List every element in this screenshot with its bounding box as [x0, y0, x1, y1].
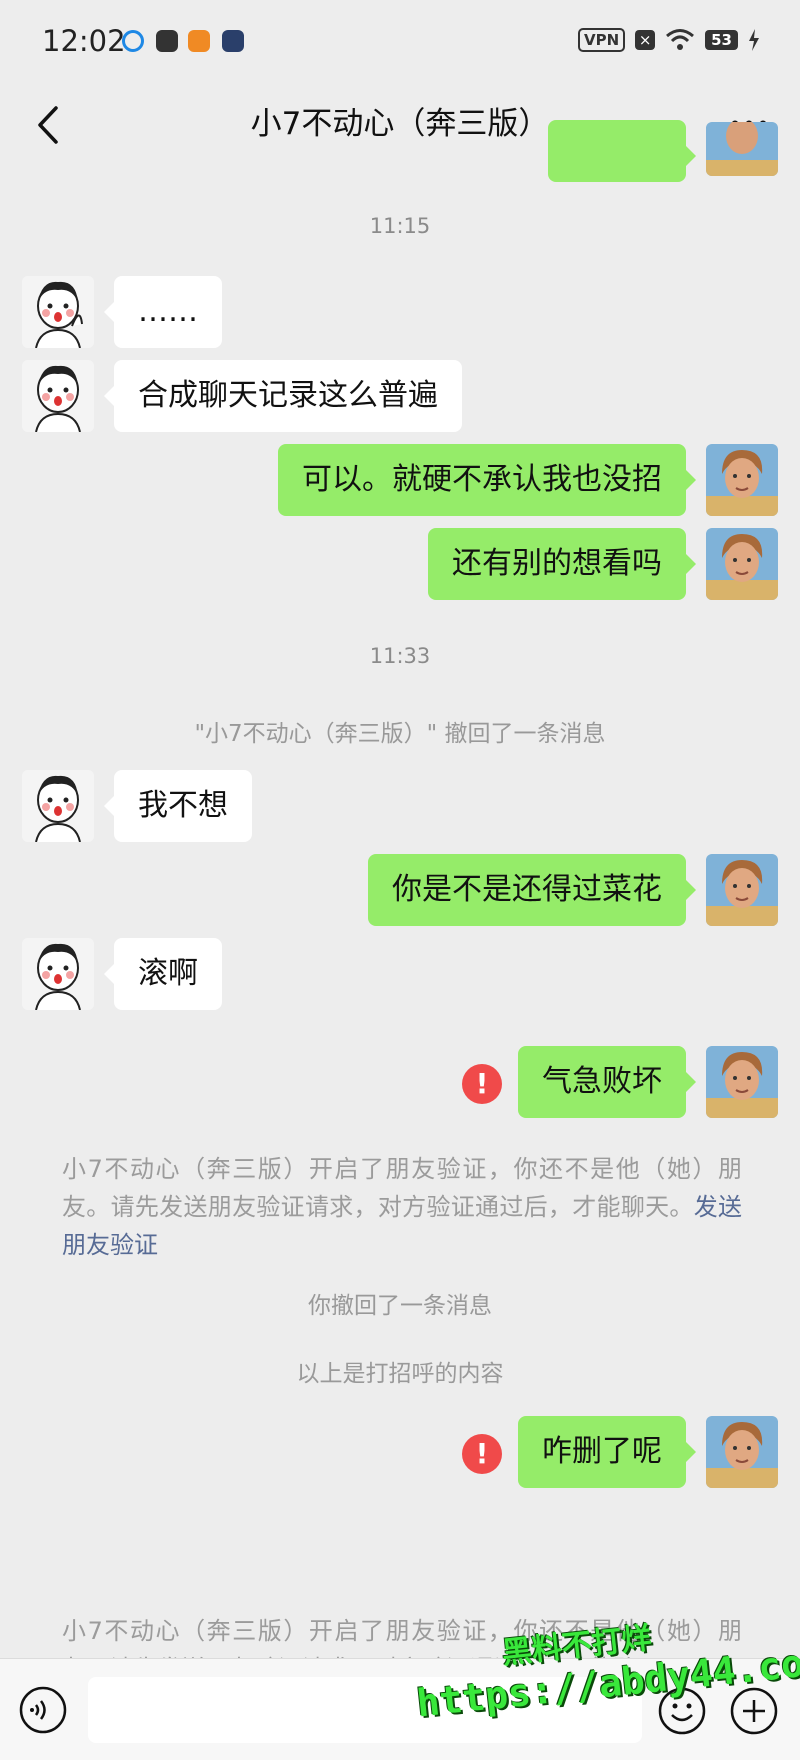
vpn-badge: VPN: [577, 28, 626, 52]
wifi-icon: [666, 29, 695, 50]
error-icon[interactable]: !: [462, 1434, 502, 1474]
recall-notice: "小7不动心（奔三版）" 撤回了一条消息: [194, 721, 606, 747]
girl-avatar[interactable]: [22, 770, 94, 842]
outgoing-message[interactable]: 你是不是还得过菜花: [368, 854, 696, 926]
incoming-message[interactable]: 滚啊: [104, 938, 222, 1010]
message-bubble-partial[interactable]: [548, 120, 696, 182]
verification-text: 小7不动心（奔三版）开启了朋友验证，你还不是他（她）朋友。请先发送朋友验证请求，…: [62, 1155, 742, 1221]
recall-notice: 你撤回了一条消息: [308, 1293, 492, 1319]
boy-avatar[interactable]: [706, 1046, 778, 1118]
app2-notification-icon: [188, 30, 210, 52]
friend-verification-notice: 小7不动心（奔三版）开启了朋友验证，你还不是他（她）朋友。请先发送朋友验证请求，…: [62, 1150, 742, 1264]
status-bar: 12:02 VPN × 53: [0, 0, 800, 86]
charging-icon: [749, 29, 759, 51]
incoming-message[interactable]: ……: [104, 276, 222, 348]
boy-avatar[interactable]: [706, 444, 778, 516]
outgoing-message-failed[interactable]: 气急败坏: [518, 1046, 696, 1118]
app-notification-icon: [122, 30, 144, 52]
incoming-message[interactable]: 合成聊天记录这么普遍: [104, 360, 462, 432]
outgoing-message-failed[interactable]: 咋删了呢: [518, 1416, 696, 1488]
boy-avatar[interactable]: [706, 122, 778, 176]
outgoing-message[interactable]: 可以。就硬不承认我也没招: [278, 444, 696, 516]
status-right: VPN × 53: [577, 28, 760, 52]
incoming-message[interactable]: 我不想: [104, 770, 252, 842]
voice-icon[interactable]: [18, 1685, 68, 1735]
boy-avatar[interactable]: [706, 854, 778, 926]
girl-avatar[interactable]: [22, 938, 94, 1010]
error-icon[interactable]: !: [462, 1064, 502, 1104]
outgoing-message[interactable]: 还有别的想看吗: [428, 528, 696, 600]
boy-avatar[interactable]: [706, 1416, 778, 1488]
battery-indicator: 53: [705, 30, 738, 50]
plus-icon[interactable]: [728, 1685, 780, 1737]
status-time: 12:02: [42, 24, 126, 58]
girl-avatar[interactable]: [22, 360, 94, 432]
timestamp: 11:15: [369, 214, 431, 238]
greeting-notice: 以上是打招呼的内容: [296, 1361, 504, 1387]
message-notification-icon: [156, 30, 178, 52]
close-notification-icon: ×: [635, 30, 656, 50]
girl-avatar[interactable]: [22, 276, 94, 348]
cat-notification-icon: [222, 30, 244, 52]
boy-avatar[interactable]: [706, 528, 778, 600]
timestamp: 11:33: [369, 644, 431, 668]
